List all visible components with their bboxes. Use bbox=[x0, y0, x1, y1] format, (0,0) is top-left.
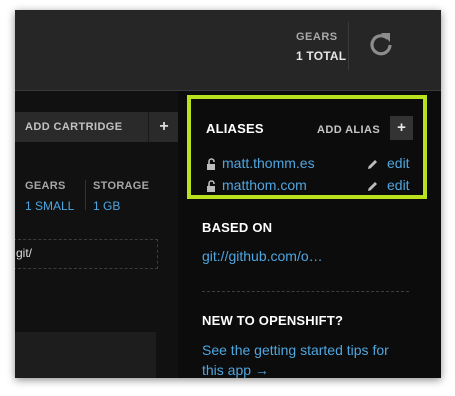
git-url-field[interactable]: git/ bbox=[15, 239, 158, 269]
header-divider bbox=[348, 22, 349, 70]
stat-divider bbox=[85, 180, 86, 210]
cartridge-toolbar: ADD CARTRIDGE + bbox=[15, 112, 178, 142]
add-alias-button[interactable]: ADD ALIAS bbox=[317, 124, 380, 136]
lower-panel bbox=[15, 332, 156, 378]
add-alias-plus-button[interactable]: + bbox=[390, 116, 413, 140]
unlock-icon bbox=[206, 158, 218, 176]
alias-link[interactable]: matthom.com bbox=[222, 177, 307, 193]
cartridge-panel: ADD CARTRIDGE + GEARS 1 SMALL STORAGE 1 … bbox=[15, 91, 178, 378]
new-to-openshift-title: NEW TO OPENSHIFT? bbox=[202, 313, 344, 328]
pencil-icon bbox=[366, 158, 379, 176]
unlock-icon bbox=[206, 180, 218, 198]
edit-alias-link[interactable]: edit bbox=[387, 155, 410, 171]
aliases-section: ALIASES ADD ALIAS + matt.thomm.es edit m… bbox=[187, 95, 427, 199]
gears-stat-value[interactable]: 1 SMALL bbox=[25, 199, 74, 213]
edit-alias-link[interactable]: edit bbox=[387, 177, 410, 193]
alias-link[interactable]: matt.thomm.es bbox=[222, 155, 315, 171]
based-on-title: BASED ON bbox=[202, 220, 273, 235]
refresh-icon bbox=[367, 30, 395, 63]
gears-stat-label: GEARS bbox=[25, 180, 66, 192]
section-divider bbox=[202, 291, 409, 292]
refresh-button[interactable] bbox=[358, 26, 404, 66]
add-cartridge-plus-button[interactable]: + bbox=[148, 112, 179, 142]
aliases-title: ALIASES bbox=[206, 121, 264, 136]
git-url-text: git/ bbox=[16, 246, 33, 260]
pencil-icon bbox=[366, 180, 379, 198]
add-cartridge-button[interactable]: ADD CARTRIDGE bbox=[15, 112, 148, 142]
app-window: GEARS 1 TOTAL ADD CARTRIDGE + GEARS 1 SM… bbox=[15, 10, 441, 378]
sidebar: ALIASES ADD ALIAS + matt.thomm.es edit m… bbox=[187, 91, 441, 378]
storage-stat-value[interactable]: 1 GB bbox=[93, 199, 120, 213]
alias-row: matt.thomm.es edit bbox=[206, 155, 416, 175]
getting-started-link[interactable]: See the getting started tips for this ap… bbox=[202, 340, 412, 378]
header-bar: GEARS 1 TOTAL bbox=[15, 10, 441, 91]
storage-stat-label: STORAGE bbox=[93, 180, 150, 192]
alias-row: matthom.com edit bbox=[206, 177, 416, 197]
based-on-link[interactable]: git://github.com/o… bbox=[202, 248, 323, 264]
gears-total: 1 TOTAL bbox=[296, 49, 347, 63]
gears-label: GEARS bbox=[296, 31, 338, 43]
